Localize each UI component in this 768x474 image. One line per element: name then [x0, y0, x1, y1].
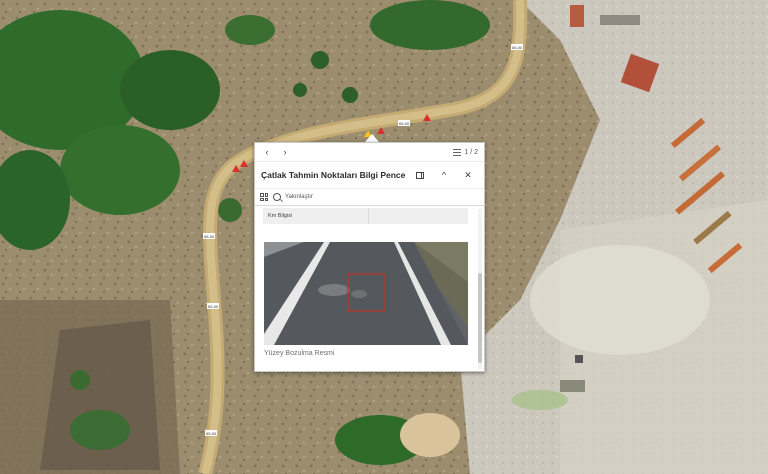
chevron-left-icon[interactable]: ‹ [261, 146, 273, 158]
zoom-in-icon [273, 193, 281, 201]
collapse-button[interactable]: ^ [434, 165, 454, 185]
attribute-key: Km Bilgisi [263, 208, 369, 224]
list-icon[interactable] [453, 148, 462, 156]
dock-icon [416, 171, 424, 179]
popup-actions: Yakınlaştır [255, 189, 484, 206]
chevron-up-icon: ^ [441, 170, 447, 180]
popup-content[interactable]: Km Bilgisi Yüzey Bozulma Resmi [255, 205, 484, 371]
scrollbar-thumb[interactable] [478, 273, 482, 363]
chevron-right-icon[interactable]: › [279, 146, 291, 158]
road-label: 65-00 [208, 304, 219, 309]
zoom-to-label: Yakınlaştır [285, 194, 313, 200]
surface-distress-image[interactable] [264, 242, 468, 345]
road-label: 65-00 [399, 121, 410, 126]
grid-icon[interactable] [260, 193, 268, 201]
info-popup: ‹ › 1 / 2 Çatlak Tahmin Noktaları Bilgi … [254, 142, 485, 372]
road-label: 65-00 [206, 431, 217, 436]
road-photo [264, 242, 468, 345]
close-button[interactable]: ✕ [458, 165, 478, 185]
attribute-value [369, 208, 468, 224]
pagination-count: 1 / 2 [464, 148, 478, 156]
attribute-table: Km Bilgisi [263, 208, 468, 224]
popup-pointer [365, 134, 379, 142]
road-label: 65-00 [512, 45, 523, 50]
dock-button[interactable] [410, 165, 430, 185]
zoom-to-button[interactable]: Yakınlaştır [273, 193, 313, 201]
road-label: 65-00 [204, 234, 215, 239]
popup-header: Çatlak Tahmin Noktaları Bilgi Penceresi … [255, 162, 484, 189]
image-caption: Yüzey Bozulma Resmi [264, 350, 335, 357]
popup-navigation: ‹ › 1 / 2 [255, 143, 484, 162]
close-icon: ✕ [464, 169, 472, 180]
popup-title: Çatlak Tahmin Noktaları Bilgi Penceresi [261, 170, 406, 180]
